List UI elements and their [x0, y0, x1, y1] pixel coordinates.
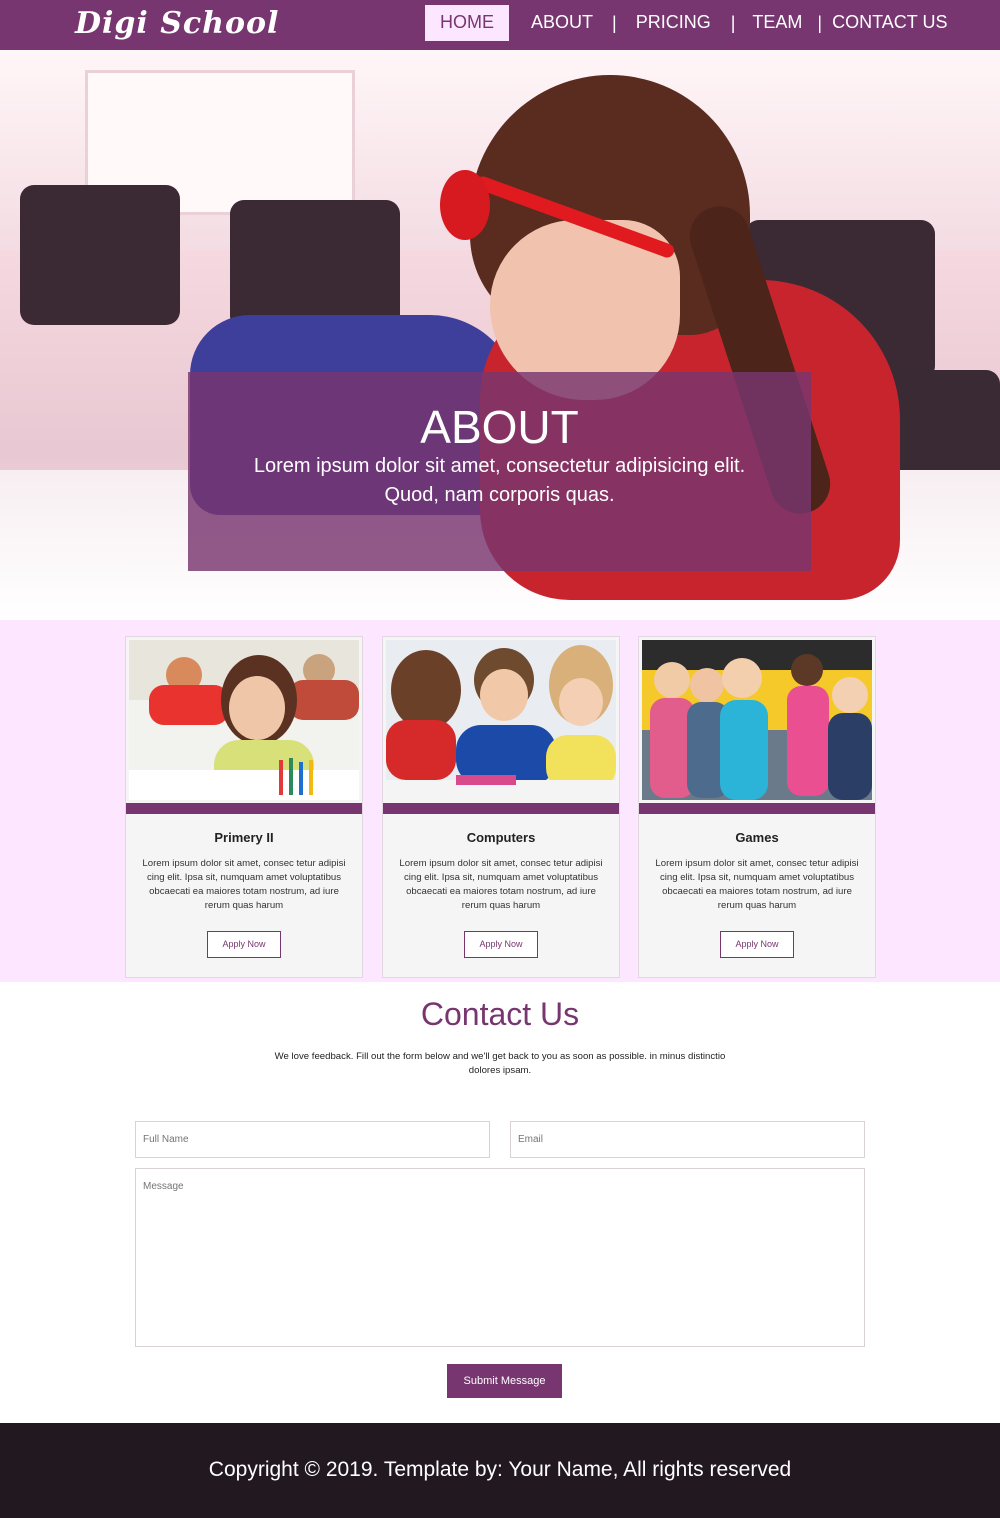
- nav-separator: |: [817, 13, 823, 33]
- course-card: Primery II Lorem ipsum dolor sit amet, c…: [125, 636, 363, 978]
- nav-pricing[interactable]: PRICING: [636, 5, 711, 41]
- course-photo-image: [642, 640, 872, 800]
- hero-photo-chair: [20, 185, 180, 325]
- course-title: Primery II: [214, 830, 274, 845]
- course-photo: [642, 640, 872, 800]
- about-title: ABOUT: [420, 401, 579, 453]
- nav-home[interactable]: HOME: [425, 5, 509, 41]
- message-field[interactable]: [135, 1168, 865, 1347]
- courses-section: Primery II Lorem ipsum dolor sit amet, c…: [0, 620, 1000, 982]
- nav-contact-us[interactable]: CONTACT US: [832, 5, 947, 41]
- submit-message-button[interactable]: Submit Message: [447, 1364, 562, 1398]
- course-card-accent-bar: [639, 803, 875, 814]
- contact-subtitle: We love feedback. Fill out the form belo…: [274, 1051, 726, 1076]
- course-card: Games Lorem ipsum dolor sit amet, consec…: [638, 636, 876, 978]
- nav-about[interactable]: ABOUT: [531, 5, 593, 41]
- course-photo: [129, 640, 359, 800]
- main-menu: HOME ABOUT | PRICING | TEAM | CONTACT US: [425, 5, 947, 41]
- apply-now-button[interactable]: Apply Now: [720, 931, 794, 958]
- course-title: Computers: [466, 830, 536, 845]
- contact-title: Contact Us: [420, 996, 580, 1032]
- course-description: Lorem ipsum dolor sit amet, consec tetur…: [142, 858, 346, 911]
- site-logo[interactable]: Digi School: [75, 6, 279, 41]
- nav-team[interactable]: TEAM: [752, 5, 802, 41]
- hero-banner: ABOUT Lorem ipsum dolor sit amet, consec…: [0, 50, 1000, 620]
- about-text: Lorem ipsum dolor sit amet, consectetur …: [253, 455, 746, 506]
- course-card-accent-bar: [126, 803, 362, 814]
- hero-photo-flower: [440, 170, 490, 240]
- course-description: Lorem ipsum dolor sit amet, consec tetur…: [399, 858, 603, 911]
- nav-separator: |: [612, 13, 617, 33]
- about-overlay-box: ABOUT Lorem ipsum dolor sit amet, consec…: [188, 372, 811, 571]
- course-photo-image: [386, 640, 616, 800]
- full-name-field[interactable]: [135, 1121, 490, 1158]
- course-card: Computers Lorem ipsum dolor sit amet, co…: [382, 636, 620, 978]
- apply-now-button[interactable]: Apply Now: [464, 931, 538, 958]
- course-photo-image: [129, 640, 359, 800]
- hero-photo-chair: [230, 200, 400, 330]
- top-navbar: Digi School HOME ABOUT | PRICING | TEAM …: [0, 0, 1000, 50]
- nav-separator: |: [730, 13, 736, 33]
- course-card-accent-bar: [383, 803, 619, 814]
- footer: Copyright © 2019. Template by: Your Name…: [0, 1423, 1000, 1518]
- course-title: Games: [735, 830, 779, 845]
- footer-copyright: Copyright © 2019. Template by: Your Name…: [208, 1458, 792, 1481]
- email-field[interactable]: [510, 1121, 865, 1158]
- course-description: Lorem ipsum dolor sit amet, consec tetur…: [655, 858, 859, 911]
- apply-now-button[interactable]: Apply Now: [207, 931, 281, 958]
- course-photo: [386, 640, 616, 800]
